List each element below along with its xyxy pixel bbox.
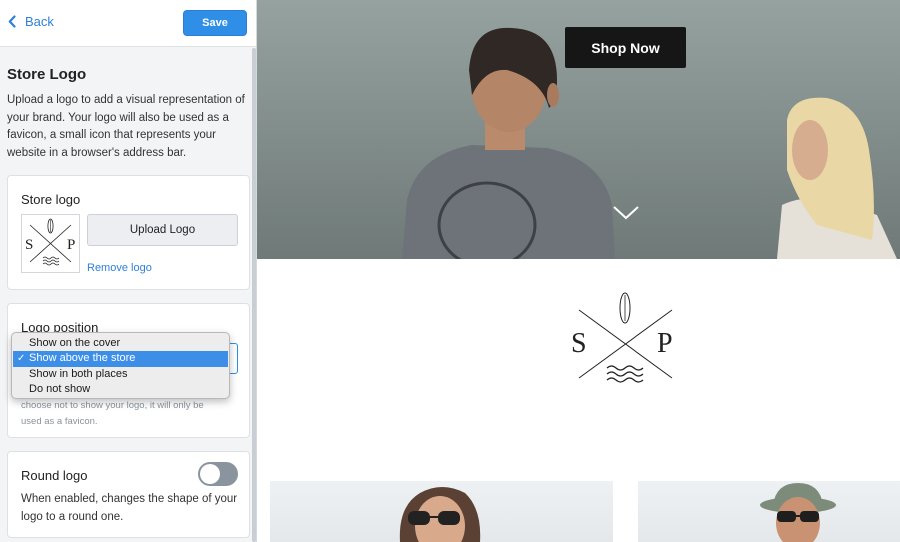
remove-logo-link[interactable]: Remove logo <box>87 262 152 274</box>
product-photo-2[interactable] <box>638 481 900 542</box>
logo-position-help: choose not to show your logo, it will on… <box>21 400 204 427</box>
store-preview: Shop Now S P <box>257 0 900 542</box>
product-photo-1[interactable] <box>270 481 613 542</box>
svg-text:P: P <box>657 328 673 359</box>
option-show-on-cover[interactable]: Show on the cover <box>12 336 229 351</box>
shop-now-button[interactable]: Shop Now <box>565 27 686 68</box>
logo-position-dropdown: Show on the cover ✓ Show above the store … <box>11 332 230 399</box>
store-logo-image: S P <box>25 218 75 266</box>
settings-panel: Back Save Store Logo Upload a logo to ad… <box>0 0 257 542</box>
back-label: Back <box>25 14 54 29</box>
svg-text:P: P <box>67 237 75 253</box>
round-logo-description: When enabled, changes the shape of your … <box>21 493 238 523</box>
option-do-not-show[interactable]: Do not show <box>12 382 229 397</box>
round-logo-toggle[interactable] <box>198 462 238 486</box>
option-show-both-places[interactable]: Show in both places <box>12 367 229 382</box>
store-logo-preview: S P <box>571 292 673 383</box>
section-title: Store Logo <box>7 66 87 83</box>
logo-thumbnail: S P <box>21 214 80 273</box>
svg-text:S: S <box>571 328 587 359</box>
back-button[interactable]: Back <box>8 14 54 29</box>
panel-header: Back Save <box>0 0 256 47</box>
product-image-man <box>760 483 836 542</box>
option-show-above-store[interactable]: ✓ Show above the store <box>13 351 228 367</box>
checkmark-icon: ✓ <box>17 353 26 365</box>
chevron-left-icon <box>8 15 16 28</box>
store-logo-card: Store logo S P Upload Logo Remove logo <box>7 175 250 290</box>
store-logo-title: Store logo <box>21 192 81 207</box>
product-image-woman <box>399 487 481 542</box>
svg-text:S: S <box>25 237 33 253</box>
section-description: Upload a logo to add a visual representa… <box>7 94 245 159</box>
round-logo-title: Round logo <box>21 468 88 483</box>
upload-logo-button[interactable]: Upload Logo <box>87 214 238 246</box>
chevron-down-icon[interactable] <box>612 205 640 221</box>
round-logo-card: Round logo When enabled, changes the sha… <box>7 451 250 538</box>
save-button[interactable]: Save <box>183 10 247 36</box>
hero-cover-image: Shop Now <box>257 0 900 259</box>
toggle-knob <box>200 464 220 484</box>
